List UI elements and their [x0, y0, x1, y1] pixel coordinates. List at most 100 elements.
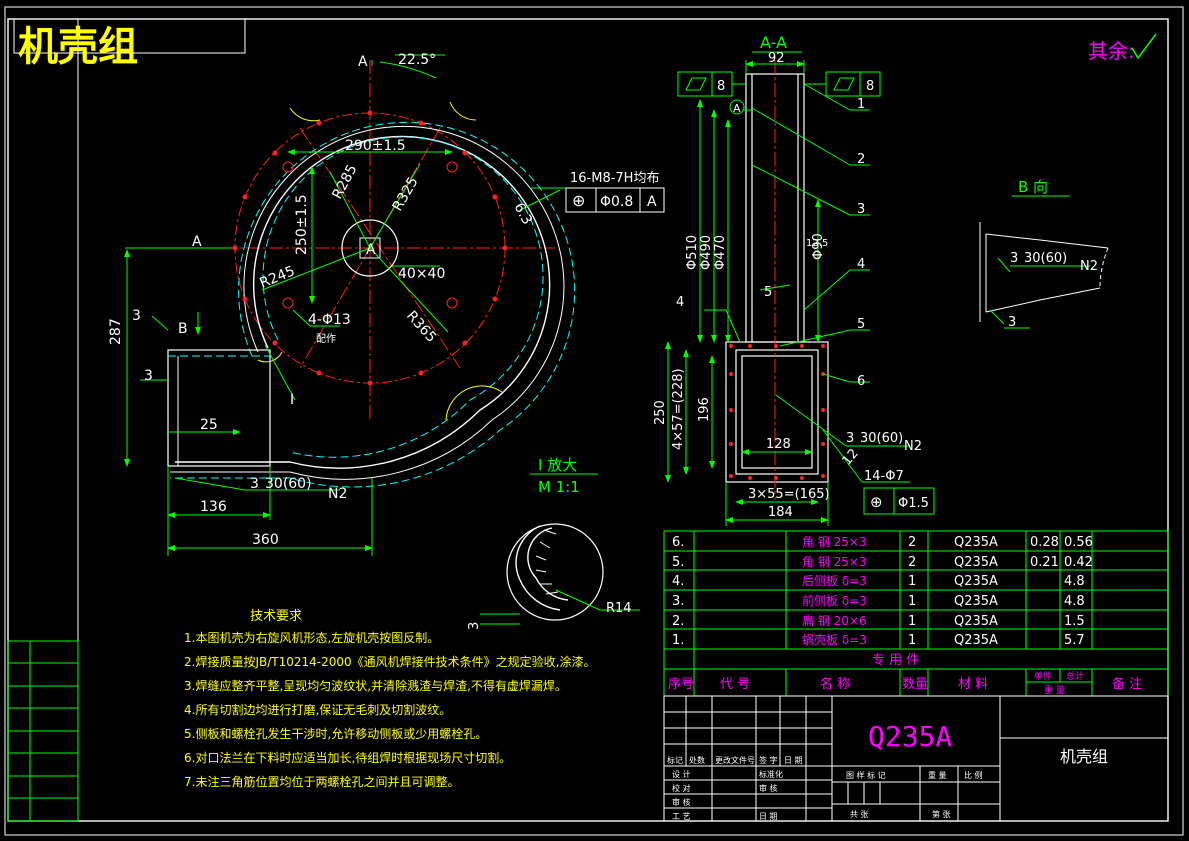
bom-cell-total: 4.8: [1064, 574, 1085, 589]
bom-cell-total: 1.5: [1064, 614, 1085, 629]
r325-label: R325: [390, 174, 422, 214]
drawing-sheet: 机壳组 其余: A 22.5° A 290±1.5 250±1.5 R285 R…: [4, 6, 1184, 836]
tb-label-sign: 签 字: [759, 755, 778, 765]
bom-cell-name: 角 钢 25×3: [802, 535, 867, 549]
detail-dim: 3: [467, 622, 482, 630]
bom-cell-no: 4.: [672, 574, 684, 589]
balloon-4: 4: [857, 257, 865, 272]
title-block-name: 机壳组: [1060, 747, 1108, 766]
tb-label-count: 处数: [689, 755, 705, 765]
bom-cell-unit: 0.21: [1030, 555, 1059, 570]
detail-scale: M 1:1: [538, 478, 580, 496]
tb-label-sheet: 第 张: [932, 809, 951, 819]
weld-bottom-n: N2: [328, 486, 347, 502]
balloon-3: 3: [857, 202, 865, 217]
bom-header-qty: 数量: [902, 677, 928, 692]
front-view: A 22.5° A 290±1.5 250±1.5 R285 R325 R245…: [108, 52, 665, 556]
dim-128: 128: [766, 437, 791, 452]
b-direction-view: B 向 3 30(60) N2 3: [979, 178, 1109, 330]
tech-req-item: 1.本图机壳为右旋风机形态,左旋机壳按图反制。: [184, 630, 439, 645]
detail-ref-label: I: [290, 392, 294, 408]
position-tolerance-value: Φ0.8: [600, 194, 633, 210]
tb-label-check: 校 对: [672, 783, 691, 793]
tb-label-total: 共 张: [850, 810, 869, 819]
b-weld-1-n: N2: [1080, 259, 1098, 274]
angle-label: 22.5°: [398, 52, 436, 68]
dim-136: 136: [200, 499, 227, 515]
bom-cell-qty: 1: [908, 594, 916, 609]
d470-label: Φ470: [713, 235, 728, 270]
dim-287: 287: [108, 318, 124, 345]
thread-spec: 16-M8-7H均布: [570, 171, 659, 186]
dim-290: 290±1.5: [345, 138, 406, 154]
tb-label-stage: 图 样 标 记: [846, 770, 886, 780]
r365-label: R365: [403, 308, 439, 346]
weld-left-label: 3: [132, 308, 141, 324]
bom-special-label: 专 用 件: [872, 653, 919, 668]
b-view-arrow-label: B: [178, 321, 188, 337]
weld-5-label: 5: [764, 285, 772, 300]
section-view: A-A 92 8 8 A Φ510 Φ490 Φ470 Φ90 12.5 5 4…: [653, 33, 935, 526]
tb-label-scale: 比 例: [964, 770, 983, 780]
weld-bottom-label: 3: [250, 476, 259, 492]
dim-250-section: 250: [653, 400, 668, 425]
bom-cell-mat: Q235A: [954, 574, 998, 589]
b-view-title: B 向: [1018, 178, 1048, 196]
center-datum-label: A: [366, 242, 376, 258]
bom-cell-qty: 1: [908, 574, 916, 589]
bom-cell-mat: Q235A: [954, 633, 998, 648]
tech-req-item: 5.侧板和螺栓孔发生干涉时,允许移动侧板或少用螺栓孔。: [184, 726, 487, 741]
dim-250: 250±1.5: [294, 194, 310, 255]
holes-label: 4-Φ13: [308, 312, 351, 328]
d490-label: Φ490: [699, 235, 714, 270]
bom-cell-qty: 2: [908, 555, 916, 570]
detail-view: I 放大 M 1:1 R14 3: [467, 456, 640, 630]
balloon-6: 6: [857, 374, 865, 389]
dim-184: 184: [768, 505, 793, 520]
bom-cell-mat: Q235A: [954, 535, 998, 550]
section-position-value: Φ1.5: [898, 496, 929, 511]
bom-cell-no: 5.: [672, 555, 684, 570]
tb-label-review: 审 核: [759, 783, 778, 793]
section-title: A-A: [760, 33, 787, 52]
weld-bottom-length: 30(60): [265, 476, 312, 492]
bom-cell-mat: Q235A: [954, 555, 998, 570]
outer-border: [4, 6, 1184, 836]
bom-cell-name: 角 钢 25×3: [802, 555, 867, 569]
dim-3: 3: [144, 368, 153, 384]
binding-boxes: [7, 640, 79, 822]
bom-cell-total: 0.42: [1064, 555, 1093, 570]
position-tolerance-datum: A: [647, 194, 657, 210]
roughness-value: 12.5: [806, 238, 828, 249]
section-a-left-label: A: [192, 234, 202, 250]
flatness-value-right: 8: [866, 79, 874, 94]
tb-label-design: 设 计: [672, 769, 691, 779]
flatness-value-left: 8: [717, 79, 725, 94]
part-4-mark: 4: [676, 295, 684, 310]
bom-cell-name: 前侧板 δ=3: [802, 593, 867, 608]
bom-header-total: 总计: [1066, 670, 1084, 682]
weld-side-label: 3: [846, 431, 854, 446]
d510-label: Φ510: [685, 235, 700, 270]
dim-92: 92: [768, 51, 785, 66]
bom-cell-name: 蜗壳板 δ=3: [802, 632, 867, 647]
bom-header-weight: 重 量: [1044, 684, 1065, 696]
bom-cell-unit: 0.28: [1030, 535, 1059, 550]
bom-header-no: 序号: [668, 677, 694, 692]
bom-header-note: 备 注: [1112, 676, 1142, 692]
tech-req-item: 2.焊接质量按JB/T10214-2000《通风机焊接件技术条件》之规定验收,涂…: [184, 654, 595, 669]
balloon-1: 1: [857, 97, 865, 112]
bom-cell-total: 0.56: [1064, 535, 1093, 550]
bom-header-code: 代 号: [720, 677, 750, 692]
bom-cell-no: 3.: [672, 594, 684, 609]
title-block-material: Q235A: [868, 720, 952, 753]
detail-radius: R14: [606, 601, 632, 616]
bom-cell-mat: Q235A: [954, 594, 998, 609]
balloon-5: 5: [857, 317, 865, 332]
other-finish-label: 其余:: [1088, 39, 1135, 63]
inner-border: [7, 18, 1169, 822]
bom-cell-total: 5.7: [1064, 633, 1085, 648]
detail-title: I 放大: [538, 456, 577, 474]
bom-cell-total: 4.8: [1064, 594, 1085, 609]
position-tolerance-icon: ⊕: [572, 191, 585, 210]
